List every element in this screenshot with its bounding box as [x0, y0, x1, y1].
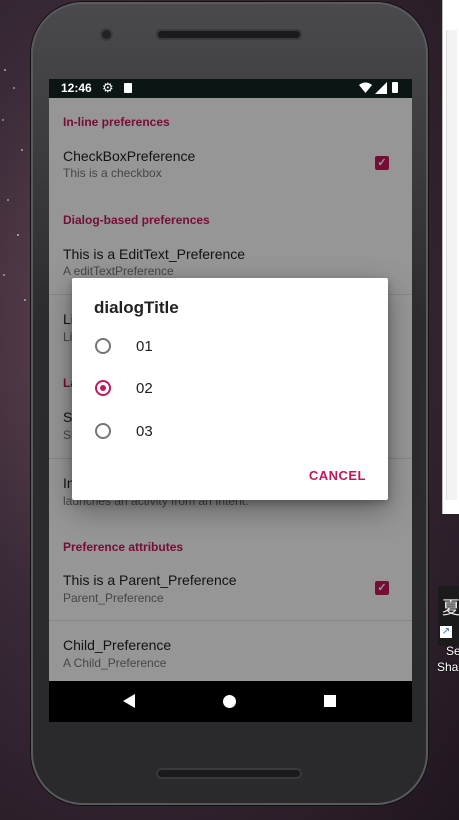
- home-icon[interactable]: [223, 695, 236, 708]
- recents-icon[interactable]: [324, 695, 336, 707]
- desktop-shortcut[interactable]: 夏 ↗: [438, 586, 459, 646]
- radio-option-02[interactable]: 02: [72, 370, 388, 412]
- background-window-scrollbar[interactable]: [446, 30, 457, 500]
- radio-label: 02: [136, 380, 153, 397]
- signal-icon: [375, 82, 387, 94]
- back-icon[interactable]: [123, 694, 135, 708]
- radio-label: 03: [136, 423, 153, 440]
- background-window-edge: [442, 0, 459, 514]
- shortcut-arrow-icon: ↗: [440, 626, 452, 638]
- top-speaker-grille: [156, 29, 302, 40]
- sd-card-icon: [124, 83, 132, 93]
- wifi-icon: [359, 82, 372, 93]
- cancel-button[interactable]: CANCEL: [309, 468, 366, 483]
- radio-option-03[interactable]: 03: [72, 413, 388, 455]
- radio-unchecked-icon[interactable]: [95, 338, 111, 354]
- radio-unchecked-icon[interactable]: [95, 423, 111, 439]
- desktop-shortcut-label: Se: [446, 644, 459, 658]
- dialog-title: dialogTitle: [94, 298, 179, 317]
- radio-label: 01: [136, 338, 153, 355]
- battery-icon: [392, 82, 398, 93]
- desktop-shortcut-label-2: Sha: [437, 660, 459, 674]
- status-time: 12:46: [61, 81, 92, 95]
- front-camera: [102, 30, 111, 39]
- bottom-speaker-grille: [156, 768, 302, 779]
- status-bar: 12:46 ⚙: [49, 79, 412, 98]
- shortcut-app-icon: 夏: [442, 598, 459, 619]
- gear-icon: ⚙: [102, 80, 114, 95]
- radio-option-01[interactable]: 01: [72, 328, 388, 370]
- radio-checked-icon[interactable]: [95, 380, 111, 396]
- navigation-bar: [49, 681, 412, 722]
- radio-dot: [100, 385, 106, 391]
- list-preference-dialog: dialogTitle 01 02 03 CANCEL: [72, 278, 388, 500]
